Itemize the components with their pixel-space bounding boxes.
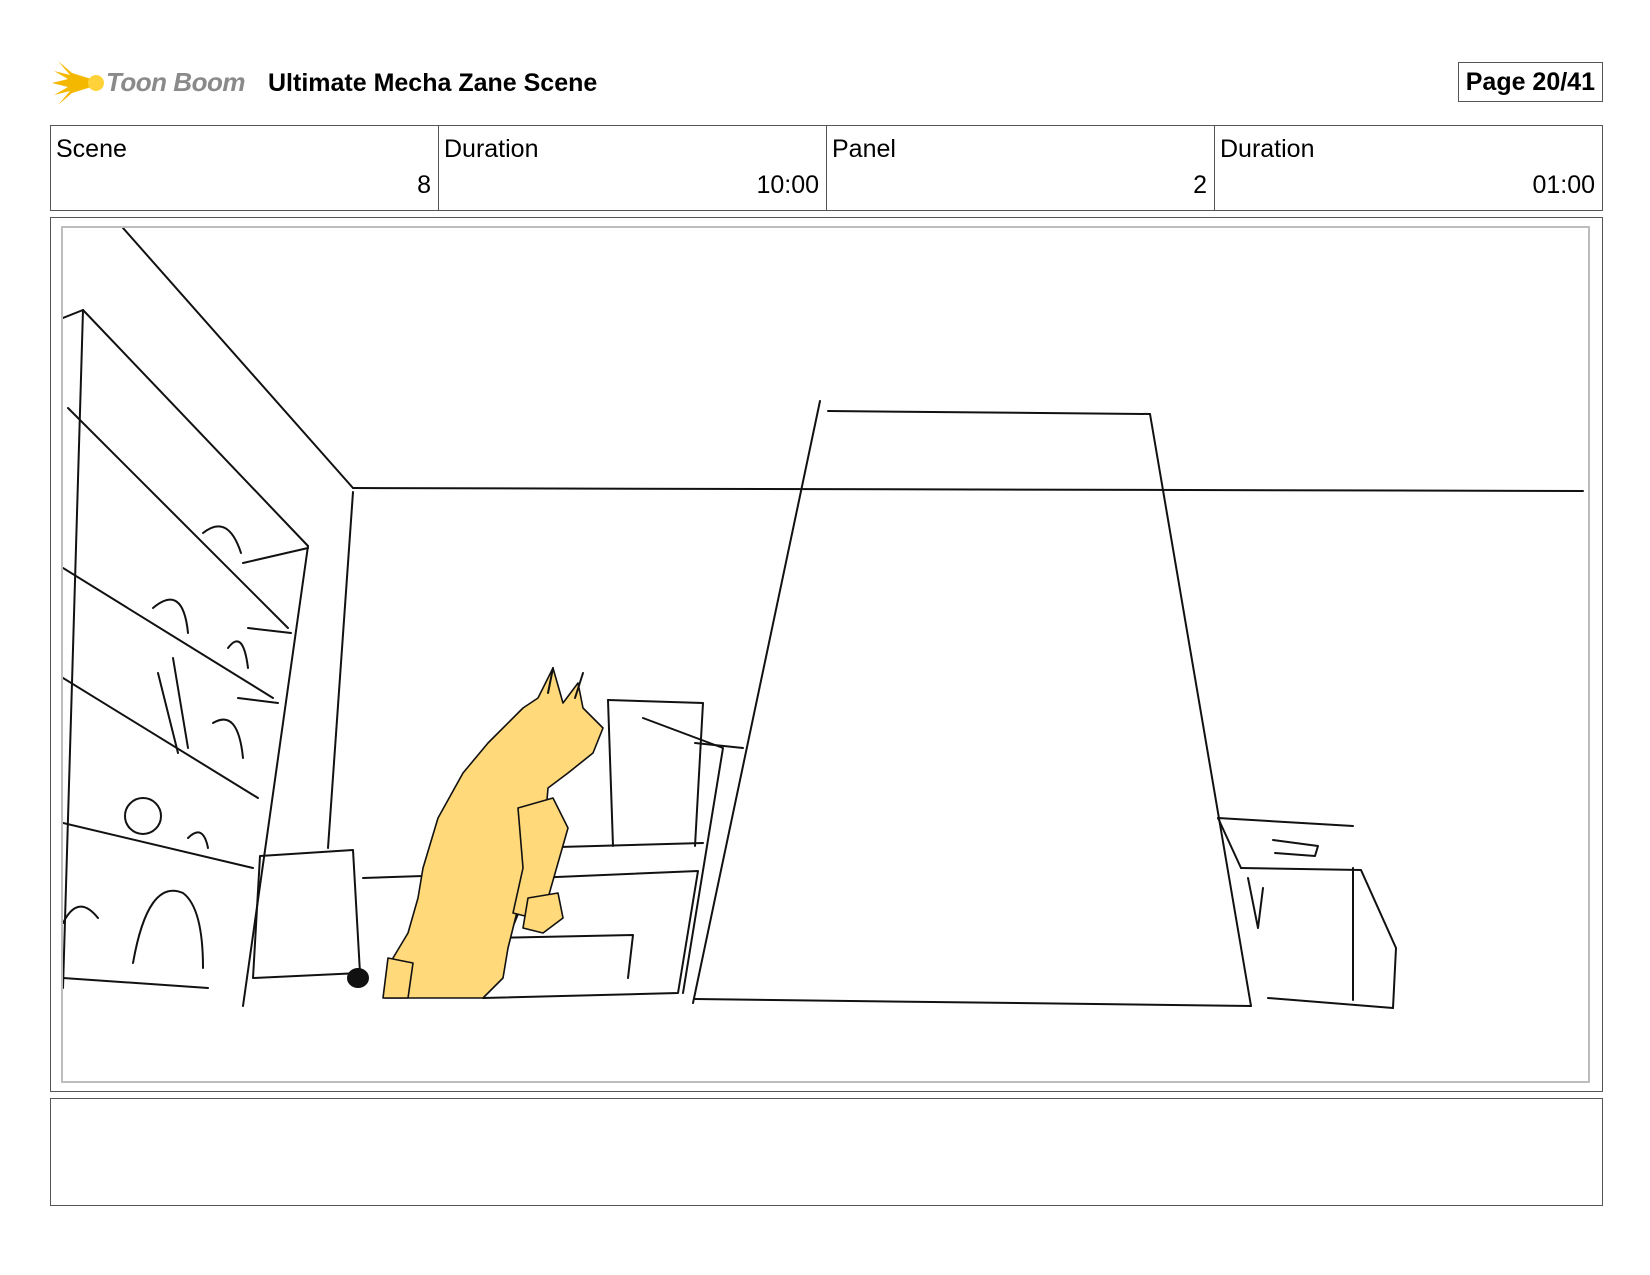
logo-text: Toon Boom (106, 67, 245, 97)
scene-info-table: Scene 8 Duration 10:00 Panel 2 Duration … (50, 125, 1603, 211)
starburst-logo-icon (52, 61, 104, 105)
toon-boom-logo: Toon Boom (50, 55, 250, 109)
panel-duration-label: Duration (1220, 135, 1315, 163)
panel-cell: Panel 2 (827, 126, 1215, 210)
page-header: Toon Boom Ultimate Mecha Zane Scene Page… (50, 55, 1603, 109)
panel-sketch (63, 228, 1584, 1009)
panel-duration-cell: Duration 01:00 (1215, 126, 1602, 210)
panel-duration-value: 01:00 (1532, 171, 1595, 199)
storyboard-panel-frame (50, 217, 1603, 1092)
panel-notes-box (50, 1098, 1603, 1206)
scene-cell: Scene 8 (51, 126, 439, 210)
scene-label: Scene (56, 135, 127, 163)
panel-value: 2 (1193, 171, 1207, 199)
project-title: Ultimate Mecha Zane Scene (268, 69, 598, 97)
scene-value: 8 (417, 171, 431, 199)
scene-duration-value: 10:00 (756, 171, 819, 199)
page-number: Page 20/41 (1457, 62, 1603, 102)
scene-duration-cell: Duration 10:00 (439, 126, 827, 210)
character-sketch (382, 667, 604, 999)
panel-label: Panel (832, 135, 896, 163)
storyboard-panel-image (61, 226, 1590, 1083)
scene-duration-label: Duration (444, 135, 539, 163)
